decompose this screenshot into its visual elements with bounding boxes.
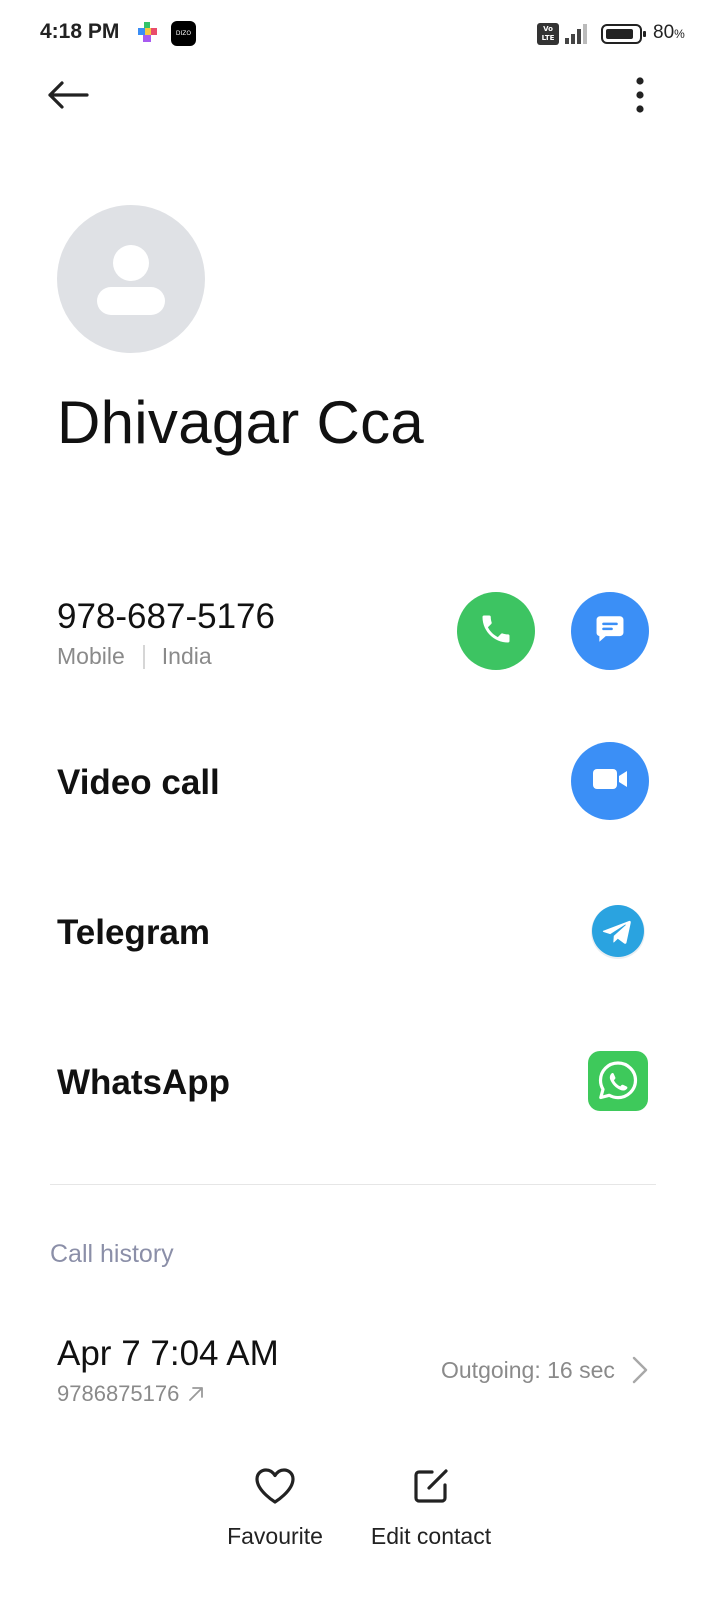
edit-contact-label: Edit contact bbox=[370, 1523, 492, 1549]
outgoing-arrow-icon bbox=[189, 1387, 204, 1401]
telegram-label[interactable]: Telegram bbox=[57, 913, 210, 953]
avatar bbox=[57, 205, 205, 353]
video-call-label[interactable]: Video call bbox=[57, 763, 220, 803]
heart-icon bbox=[253, 1466, 297, 1511]
message-icon bbox=[593, 612, 627, 651]
phone-region: India bbox=[161, 643, 212, 669]
edit-icon bbox=[411, 1466, 451, 1511]
message-button[interactable] bbox=[571, 592, 649, 670]
colorful-puzzle-icon bbox=[138, 22, 158, 44]
more-options-button[interactable] bbox=[620, 74, 660, 120]
back-button[interactable] bbox=[40, 74, 94, 120]
back-arrow-icon bbox=[45, 80, 89, 115]
edit-contact-button[interactable]: Edit contact bbox=[366, 1466, 496, 1550]
call-button[interactable] bbox=[457, 592, 535, 670]
phone-meta: Mobile India bbox=[57, 643, 212, 670]
call-history-number: 9786875176 bbox=[57, 1381, 205, 1407]
phone-number[interactable]: 978-687-5176 bbox=[57, 597, 275, 637]
whatsapp-icon[interactable] bbox=[588, 1051, 648, 1111]
battery-percentage: 80% bbox=[653, 22, 685, 43]
dizo-app-icon: DIZO bbox=[171, 21, 196, 46]
volte-icon: Vo LTE bbox=[537, 23, 559, 45]
video-call-button[interactable] bbox=[571, 742, 649, 820]
phone-icon bbox=[478, 611, 514, 652]
video-camera-icon bbox=[591, 765, 629, 798]
call-history-status: Outgoing: 16 sec bbox=[441, 1357, 615, 1383]
call-history-header: Call history bbox=[50, 1240, 174, 1268]
signal-icon bbox=[563, 22, 591, 46]
battery-icon bbox=[601, 24, 647, 44]
whatsapp-label[interactable]: WhatsApp bbox=[57, 1063, 230, 1103]
person-icon bbox=[97, 245, 165, 315]
more-vert-icon bbox=[635, 76, 645, 118]
contact-name: Dhivagar Cca bbox=[57, 389, 425, 456]
call-history-datetime[interactable]: Apr 7 7:04 AM bbox=[57, 1334, 279, 1374]
favourite-label: Favourite bbox=[227, 1523, 323, 1549]
call-history-number-text: 9786875176 bbox=[57, 1381, 180, 1406]
status-time: 4:18 PM bbox=[40, 20, 120, 43]
telegram-icon[interactable] bbox=[589, 902, 647, 960]
favourite-button[interactable]: Favourite bbox=[222, 1466, 328, 1550]
section-divider bbox=[50, 1184, 656, 1185]
meta-separator bbox=[142, 644, 145, 669]
phone-type: Mobile bbox=[57, 643, 125, 669]
chevron-right-icon[interactable] bbox=[626, 1355, 652, 1385]
